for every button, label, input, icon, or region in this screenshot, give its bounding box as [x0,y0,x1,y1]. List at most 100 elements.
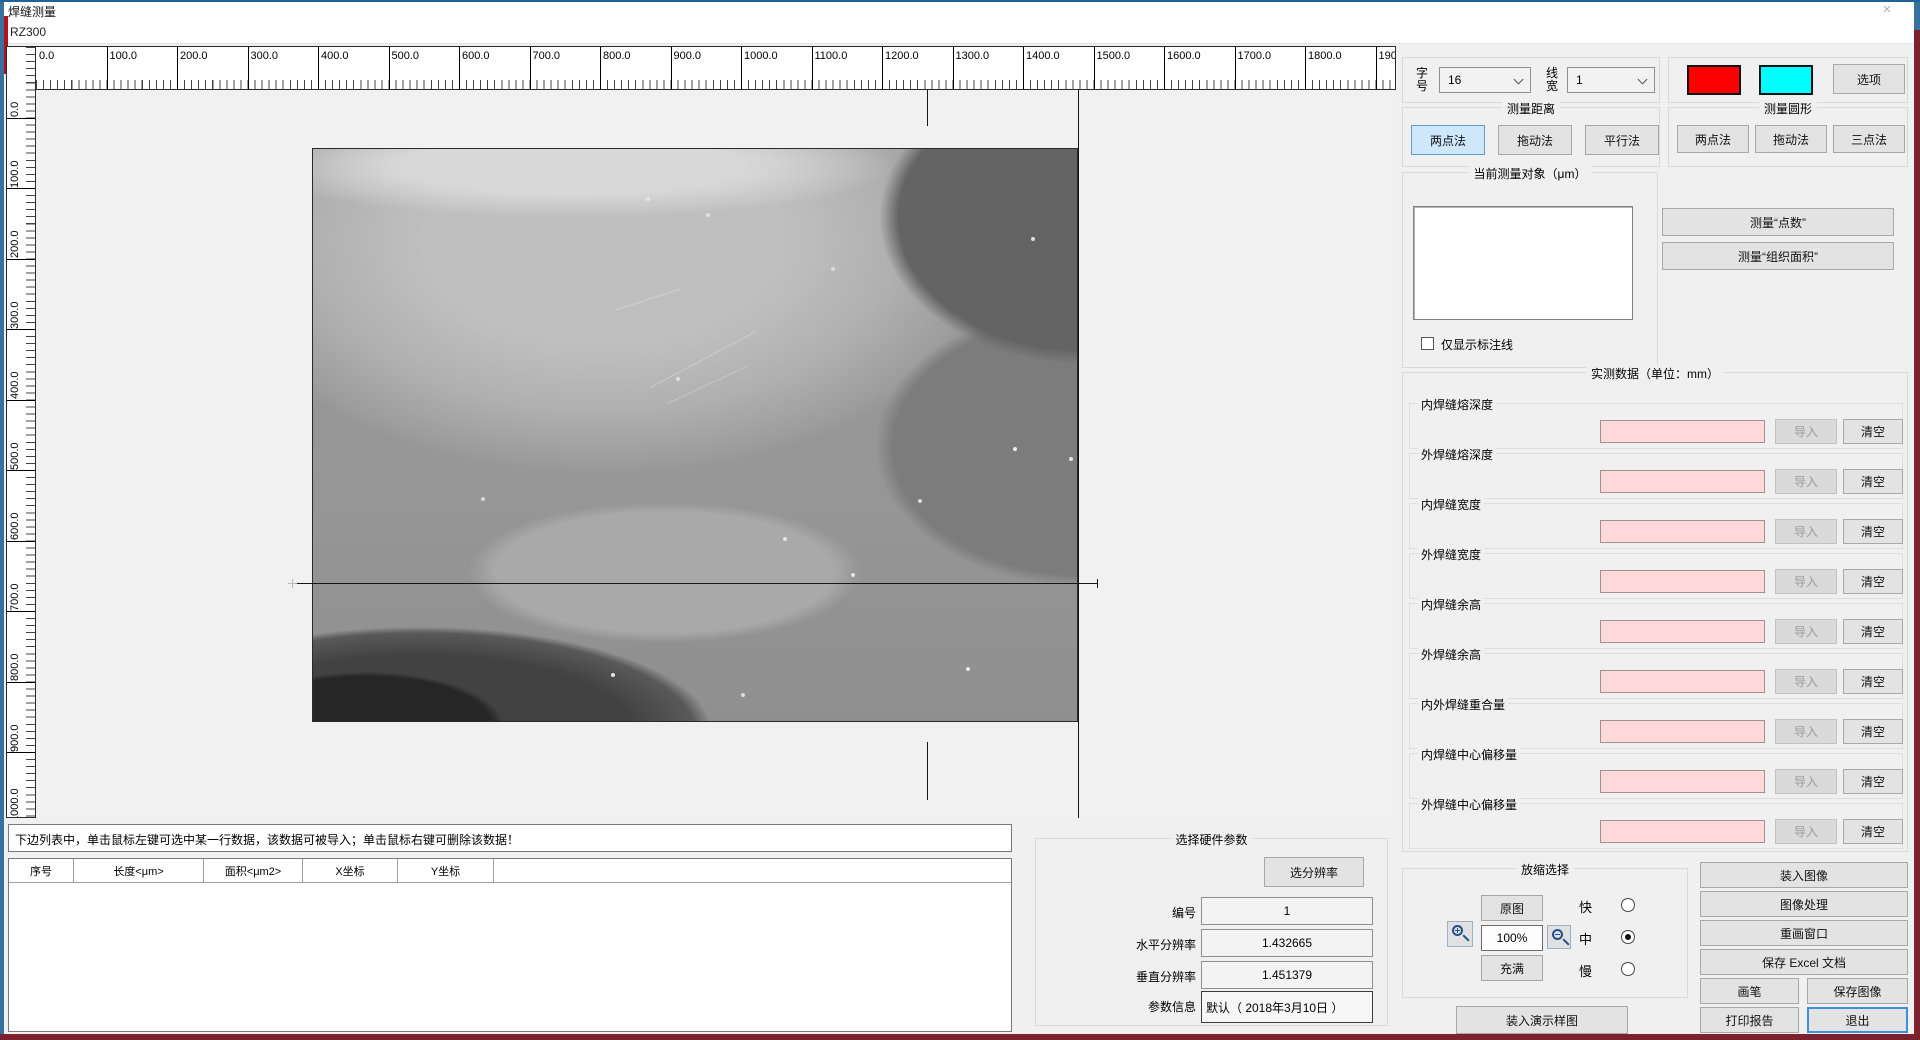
text-style-group: 字号 16 线宽 1 [1402,57,1660,103]
h-ruler-label: 1300.0 [956,50,990,62]
load-image-button[interactable]: 装入图像 [1700,862,1908,888]
measure-distance-title: 测量距离 [1502,100,1560,117]
h-ruler-label: 700.0 [533,50,561,62]
h-ruler-label: 1600.0 [1167,50,1201,62]
vertical-marker-top [927,90,928,126]
import-button[interactable]: 导入 [1775,569,1837,594]
circle-method-button[interactable]: 三点法 [1833,125,1905,153]
clear-button[interactable]: 清空 [1843,619,1903,644]
font-size-select[interactable]: 16 [1439,67,1531,93]
only-annotation-checkbox[interactable] [1421,337,1434,350]
hardware-field-label: 垂直分辨率 [1036,968,1196,985]
color-swatch-secondary[interactable] [1759,65,1813,95]
clear-button[interactable]: 清空 [1843,419,1903,444]
import-button[interactable]: 导入 [1775,719,1837,744]
color-swatch-primary[interactable] [1687,65,1741,95]
current-object-listbox[interactable] [1413,206,1633,320]
distance-method-button[interactable]: 两点法 [1411,125,1485,155]
zoom-out-icon[interactable] [1547,925,1571,949]
measurement-value-input[interactable] [1600,570,1765,593]
import-button[interactable]: 导入 [1775,419,1837,444]
clear-button[interactable]: 清空 [1843,469,1903,494]
select-resolution-button[interactable]: 选分辨率 [1264,857,1364,887]
clear-button[interactable]: 清空 [1843,669,1903,694]
image-canvas[interactable] [36,90,1396,818]
h-ruler-major-line [1376,47,1377,89]
measurement-label: 外焊缝宽度 [1418,546,1484,563]
measure-circle-title: 测量圆形 [1759,100,1817,117]
vertical-ruler-ticks [26,47,35,817]
import-button[interactable]: 导入 [1775,819,1837,844]
h-ruler-label: 1400.0 [1026,50,1060,62]
h-ruler-label: 0.0 [39,50,54,62]
distance-method-button[interactable]: 拖动法 [1498,125,1572,155]
speed-radio[interactable] [1621,898,1635,912]
import-button[interactable]: 导入 [1775,669,1837,694]
measurement-value-input[interactable] [1600,520,1765,543]
close-icon[interactable]: × [1874,2,1900,19]
image-process-button[interactable]: 图像处理 [1700,891,1908,917]
hardware-field-value[interactable]: 默认（ 2018年3月10日 ） [1201,991,1373,1023]
original-size-button[interactable]: 原图 [1481,895,1543,921]
measurement-value-input[interactable] [1600,670,1765,693]
clear-button[interactable]: 清空 [1843,769,1903,794]
options-button[interactable]: 选项 [1833,64,1905,94]
measurement-label: 内焊缝中心偏移量 [1418,746,1520,763]
speed-radio[interactable] [1621,930,1635,944]
h-ruler-major-line [812,47,813,89]
print-report-button[interactable]: 打印报告 [1700,1007,1799,1033]
measurement-value-input[interactable] [1600,420,1765,443]
import-button[interactable]: 导入 [1775,769,1837,794]
zoom-value-field[interactable]: 100% [1481,925,1543,951]
measurement-value-input[interactable] [1600,770,1765,793]
menu-item-rz300[interactable]: RZ300 [10,25,46,39]
measure-points-button[interactable]: 测量“点数” [1662,208,1894,236]
measure-tissue-area-button[interactable]: 测量“组织面积” [1662,242,1894,270]
pen-button[interactable]: 画笔 [1700,978,1799,1004]
measurement-value-input[interactable] [1600,620,1765,643]
measurement-value-input[interactable] [1600,720,1765,743]
h-ruler-major-line [530,47,531,89]
redraw-window-button[interactable]: 重画窗口 [1700,920,1908,946]
zoom-in-icon[interactable] [1447,921,1473,947]
measurement-label: 内焊缝宽度 [1418,496,1484,513]
h-ruler-major-line [1164,47,1165,89]
window-border-right-top [1914,2,1920,30]
import-button[interactable]: 导入 [1775,619,1837,644]
v-ruler-major-line [7,541,35,542]
clear-button[interactable]: 清空 [1843,719,1903,744]
clear-button[interactable]: 清空 [1843,819,1903,844]
only-annotation-label: 仅显示标注线 [1441,336,1513,353]
import-button[interactable]: 导入 [1775,469,1837,494]
measured-data-group: 实测数据（单位：mm） 内焊缝熔深度 导入 清空 外焊缝熔深度 导入 清空 内焊… [1402,372,1908,852]
load-demo-button[interactable]: 装入演示样图 [1456,1006,1628,1034]
save-excel-button[interactable]: 保存 Excel 文档 [1700,949,1908,975]
h-ruler-label: 1900.0 [1379,50,1397,62]
data-table[interactable]: 序号长度<μm>面积<μm2>X坐标Y坐标 [8,858,1012,1032]
hardware-field-value[interactable]: 1 [1201,897,1373,925]
measurement-value-input[interactable] [1600,820,1765,843]
font-size-value: 16 [1448,73,1461,87]
circle-method-button[interactable]: 两点法 [1677,125,1749,153]
weld-microscope-image[interactable] [312,148,1078,722]
speed-radio[interactable] [1621,962,1635,976]
hardware-field-value[interactable]: 1.451379 [1201,961,1373,989]
table-header: 序号长度<μm>面积<μm2>X坐标Y坐标 [9,859,1011,883]
h-ruler-major-line [741,47,742,89]
speed-label: 慢 [1579,961,1592,980]
measurement-label: 内焊缝熔深度 [1418,396,1496,413]
exit-button[interactable]: 退出 [1807,1007,1908,1033]
circle-method-button[interactable]: 拖动法 [1755,125,1827,153]
h-ruler-major-line [318,47,319,89]
line-width-select[interactable]: 1 [1567,67,1655,93]
v-ruler-label: 200.0 [9,192,23,258]
save-image-button[interactable]: 保存图像 [1807,978,1908,1004]
measurement-value-input[interactable] [1600,470,1765,493]
clear-button[interactable]: 清空 [1843,519,1903,544]
distance-method-button[interactable]: 平行法 [1585,125,1659,155]
import-button[interactable]: 导入 [1775,519,1837,544]
clear-button[interactable]: 清空 [1843,569,1903,594]
h-ruler-major-line [1235,47,1236,89]
hardware-field-value[interactable]: 1.432665 [1201,929,1373,957]
fit-button[interactable]: 充满 [1481,955,1543,981]
